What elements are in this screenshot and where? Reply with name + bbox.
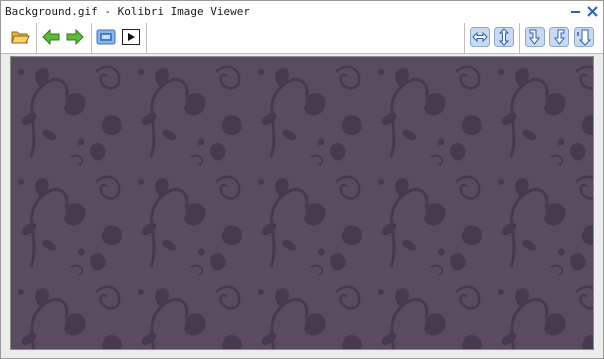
- rotate-left-icon: [549, 27, 569, 47]
- title-bar: Background.gif - Kolibri Image Viewer: [1, 1, 603, 24]
- toolbar: [1, 23, 603, 54]
- toolbar-separator: [519, 23, 520, 53]
- window-title: Background.gif - Kolibri Image Viewer: [5, 5, 251, 18]
- flip-icon: [574, 27, 594, 47]
- displayed-image: [11, 57, 593, 349]
- close-button[interactable]: [585, 4, 600, 19]
- minimize-icon: [571, 11, 580, 13]
- toolbar-separator: [146, 23, 147, 53]
- toolbar-separator: [91, 23, 92, 53]
- open-button[interactable]: [10, 27, 30, 47]
- slideshow-icon: [96, 29, 116, 45]
- fit-height-button[interactable]: [494, 27, 514, 47]
- rotate-left-button[interactable]: [549, 27, 569, 47]
- previous-arrow-icon: [42, 28, 60, 46]
- next-button[interactable]: [65, 27, 85, 47]
- open-folder-icon: [11, 31, 30, 44]
- fit-width-button[interactable]: [470, 27, 490, 47]
- play-button[interactable]: [121, 27, 141, 47]
- fit-height-icon: [494, 27, 514, 47]
- slideshow-button[interactable]: [96, 27, 116, 47]
- toolbar-separator: [36, 23, 37, 53]
- close-icon: [587, 6, 598, 17]
- image-viewport[interactable]: [10, 56, 594, 350]
- fit-width-icon: [470, 27, 490, 47]
- toolbar-separator: [464, 23, 465, 53]
- minimize-button[interactable]: [568, 4, 583, 19]
- play-icon: [122, 29, 140, 45]
- rotate-right-icon: [525, 27, 545, 47]
- rotate-right-button[interactable]: [525, 27, 545, 47]
- previous-button[interactable]: [41, 27, 61, 47]
- flip-button[interactable]: [574, 27, 594, 47]
- next-arrow-icon: [66, 28, 84, 46]
- image-viewer-window: Background.gif - Kolibri Image Viewer: [0, 0, 604, 359]
